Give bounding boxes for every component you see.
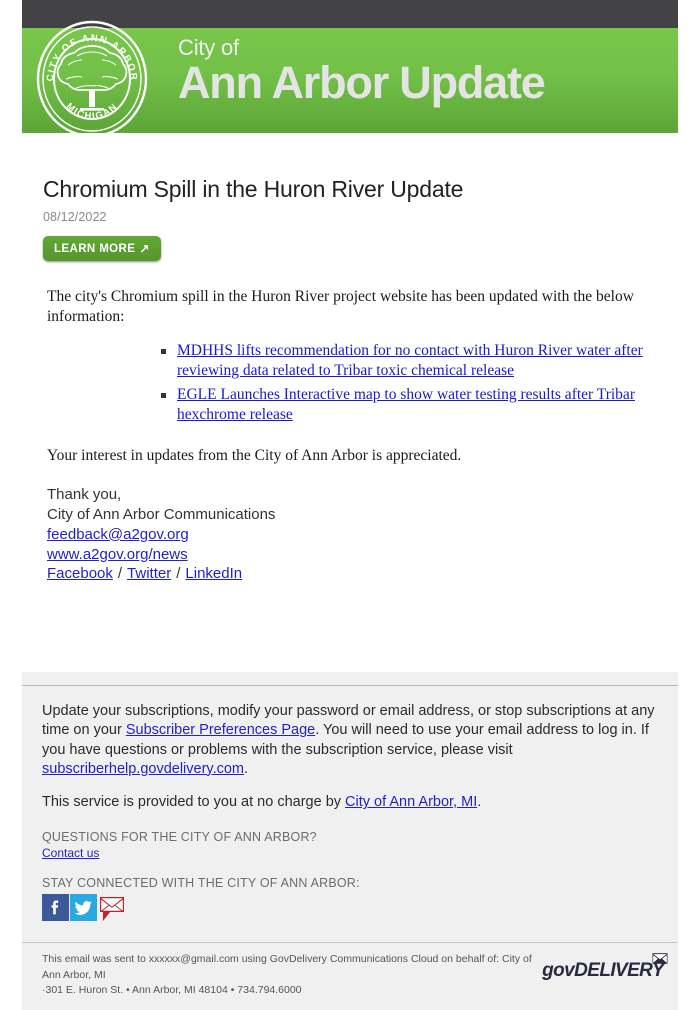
fineprint-line-2: ·301 E. Huron St. • Ann Arbor, MI 48104 … xyxy=(42,983,302,996)
update-links-list: MDHHS lifts recommendation for no contac… xyxy=(43,341,670,426)
email-body: Chromium Spill in the Huron River Update… xyxy=(0,138,700,584)
questions-label: QUESTIONS FOR THE CITY OF ANN ARBOR? xyxy=(42,830,317,845)
signature-thanks: Thank you, xyxy=(47,486,122,504)
email-icon[interactable] xyxy=(98,894,128,928)
publish-date: 08/12/2022 xyxy=(43,210,107,224)
fineprint-text: This email was sent to xxxxxx@gmail.com … xyxy=(42,952,542,998)
list-item: EGLE Launches Interactive map to show wa… xyxy=(161,385,670,425)
no-charge-suffix: . xyxy=(477,794,482,811)
twitter-icon[interactable] xyxy=(70,894,97,926)
linkedin-link[interactable]: LinkedIn xyxy=(185,565,242,582)
page-title: Chromium Spill in the Huron River Update xyxy=(43,176,464,202)
subscriber-preferences-link[interactable]: Subscriber Preferences Page xyxy=(126,722,315,738)
fineprint-row: This email was sent to xxxxxx@gmail.com … xyxy=(22,943,678,1010)
facebook-link[interactable]: Facebook xyxy=(47,565,113,582)
subscriber-help-link[interactable]: subscriberhelp.govdelivery.com xyxy=(42,761,244,777)
fineprint-line-1: This email was sent to xxxxxx@gmail.com … xyxy=(42,953,532,981)
social-icons-row xyxy=(42,894,658,928)
banner-title-block: City of Ann Arbor Update xyxy=(178,35,546,108)
no-charge-text: This service is provided to you at no ch… xyxy=(42,794,346,811)
appreciation-paragraph: Your interest in updates from the City o… xyxy=(47,447,462,465)
facebook-icon[interactable] xyxy=(42,894,69,926)
signature-email-link[interactable]: feedback@a2gov.org xyxy=(47,526,189,543)
learn-more-button[interactable]: LEARN MORE ↗ xyxy=(43,236,161,261)
no-charge-paragraph: This service is provided to you at no ch… xyxy=(42,793,658,812)
update-link-egle[interactable]: EGLE Launches Interactive map to show wa… xyxy=(177,386,635,423)
stay-connected-label: STAY CONNECTED WITH THE CITY OF ANN ARBO… xyxy=(42,876,360,891)
subscription-text-3: . xyxy=(244,760,249,777)
email-header: CITY OF ANN ARBOR MICHIGAN City of Ann A… xyxy=(0,0,700,138)
signature-social-row: Facebook / Twitter / LinkedIn xyxy=(47,564,670,584)
govdelivery-logo: govDELIVERY xyxy=(542,952,668,982)
contact-us-link[interactable]: Contact us xyxy=(42,846,99,860)
signature-website-link[interactable]: www.a2gov.org/news xyxy=(47,546,188,563)
city-of-ann-arbor-link[interactable]: City of Ann Arbor, MI xyxy=(345,794,477,810)
email-footer: Update your subscriptions, modify your p… xyxy=(22,672,678,1010)
govdelivery-wordmark: govDELIVERY xyxy=(542,960,664,982)
external-link-arrow-icon: ↗ xyxy=(139,241,150,256)
learn-more-label: LEARN MORE xyxy=(54,243,136,255)
separator: / xyxy=(176,565,181,583)
banner-headline: Ann Arbor Update xyxy=(178,57,546,108)
envelope-icon xyxy=(652,952,668,970)
intro-paragraph: The city's Chromium spill in the Huron R… xyxy=(47,288,634,325)
banner-eyebrow: City of xyxy=(178,35,239,60)
signature-org: City of Ann Arbor Communications xyxy=(47,506,276,524)
separator: / xyxy=(117,565,123,583)
list-item: MDHHS lifts recommendation for no contac… xyxy=(161,341,670,381)
update-link-mdhhs[interactable]: MDHHS lifts recommendation for no contac… xyxy=(177,342,643,379)
city-seal-logo: CITY OF ANN ARBOR MICHIGAN xyxy=(36,20,148,138)
twitter-link[interactable]: Twitter xyxy=(127,565,171,582)
signature-block: Thank you, City of Ann Arbor Communicati… xyxy=(47,485,670,584)
subscription-paragraph: Update your subscriptions, modify your p… xyxy=(42,702,658,779)
